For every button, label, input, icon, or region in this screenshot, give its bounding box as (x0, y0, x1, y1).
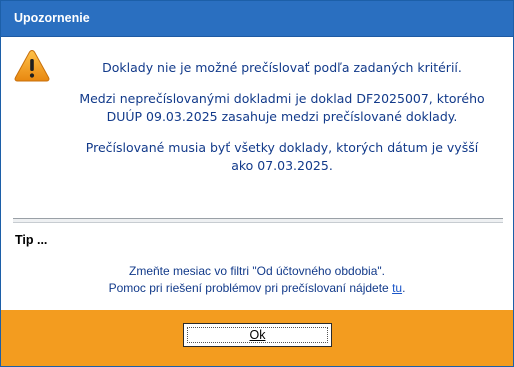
message-line-1: Doklady nie je možné prečíslovať podľa z… (102, 60, 462, 75)
tip-line-1: Zmeňte mesiac vo filtri "Od účtovného ob… (129, 264, 385, 278)
message-paragraph-2: Medzi neprečíslovanými dokladmi je dokla… (61, 90, 503, 126)
warning-dialog: Upozornenie Doklady nie je možné prečísl… (0, 0, 514, 367)
help-link[interactable]: tu (392, 281, 402, 295)
ok-button[interactable]: Ok (183, 323, 332, 347)
tip-line-2-text: Pomoc pri riešení problémov pri prečíslo… (108, 281, 393, 295)
dialog-footer: Ok (1, 310, 513, 366)
message-line-3a: Prečíslované musia byť všetky doklady, k… (85, 140, 479, 155)
message-paragraph-3: Prečíslované musia byť všetky doklady, k… (61, 139, 503, 175)
tip-heading: Tip ... (15, 233, 48, 247)
title-bar[interactable]: Upozornenie (1, 1, 513, 37)
message-line-2b: DUÚP 09.03.2025 zasahuje medzi prečíslov… (106, 109, 458, 124)
tip-line-2-suffix: . (402, 281, 406, 295)
message-line-2a: Medzi neprečíslovanými dokladmi je dokla… (79, 91, 485, 106)
section-divider (13, 218, 503, 223)
warning-triangle-icon (14, 49, 50, 82)
tip-line-2: Pomoc pri riešení problémov pri prečíslo… (1, 280, 513, 296)
dialog-title: Upozornenie (14, 11, 90, 25)
message-line-3b: ako 07.03.2025. (231, 158, 333, 173)
ok-button-label: Ok (249, 328, 266, 342)
